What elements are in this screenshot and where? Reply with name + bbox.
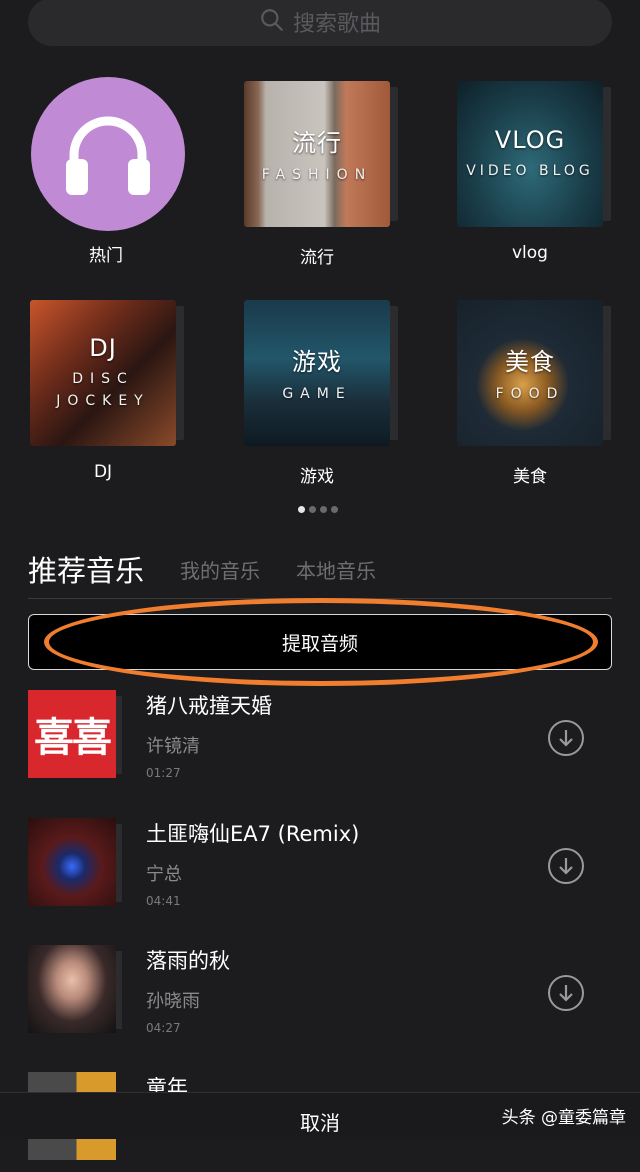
category-label: 热门 [89,246,123,266]
download-icon [559,730,573,747]
music-tabs: 推荐音乐 我的音乐 本地音乐 [28,540,612,599]
watermark: 头条 @童委篇章 [501,1108,626,1128]
song-title: 落雨的秋 [146,949,230,973]
song-cover [28,818,116,906]
song-item[interactable]: 土匪嗨仙EA7 (Remix) 宁总 04:41 [28,818,612,918]
category-hot[interactable]: 热门 [31,77,185,266]
song-title: 猪八戒撞天婚 [146,694,272,718]
tab-recommended[interactable]: 推荐音乐 [28,548,144,590]
dj-cover: DJ DISC JOCKEY [30,300,176,446]
category-label: 游戏 [300,467,334,487]
game-cover: 游戏 GAME [244,300,390,446]
song-cover: 喜喜 [28,690,116,778]
food-cover: 美食 FOOD [457,300,603,446]
category-dj[interactable]: DJ DISC JOCKEY DJ [28,300,184,482]
song-title: 土匪嗨仙EA7 (Remix) [146,822,360,846]
category-label: 流行 [300,248,334,268]
song-item[interactable]: 落雨的秋 孙晓雨 04:27 [28,945,612,1045]
page-indicator [298,506,338,513]
search-icon [259,7,285,37]
song-artist: 孙晓雨 [146,991,200,1012]
download-button[interactable] [548,975,584,1011]
category-label: vlog [512,243,548,263]
page-dot [309,506,316,513]
song-duration: 04:27 [146,1021,181,1035]
tab-my-music[interactable]: 我的音乐 [180,555,260,584]
song-artist: 宁总 [146,864,182,885]
song-item[interactable]: 喜喜 猪八戒撞天婚 许镜清 01:27 [28,690,612,790]
page-dot [331,506,338,513]
download-icon [559,985,573,1002]
download-button[interactable] [548,848,584,884]
category-vlog[interactable]: VLOG VIDEO BLOG vlog [455,81,611,263]
page-dot [320,506,327,513]
song-cover [28,945,116,1033]
tab-local-music[interactable]: 本地音乐 [296,555,376,584]
category-food[interactable]: 美食 FOOD 美食 [455,300,611,487]
search-bar[interactable]: 搜索歌曲 [28,0,612,46]
category-pop[interactable]: 流行 FASHION 流行 [242,81,398,268]
headphones-icon [66,116,150,195]
category-game[interactable]: 游戏 GAME 游戏 [242,300,398,487]
song-duration: 01:27 [146,766,181,780]
vlog-cover: VLOG VIDEO BLOG [457,81,603,227]
extract-audio-button[interactable]: 提取音频 [28,614,612,670]
page-dot-active [298,506,305,513]
pop-cover: 流行 FASHION [244,81,390,227]
song-artist: 许镜清 [146,736,200,757]
category-label: DJ [93,462,113,482]
category-label: 美食 [513,467,547,487]
hot-cover [31,77,185,231]
download-button[interactable] [548,720,584,756]
song-duration: 04:41 [146,894,181,908]
download-icon [559,858,573,875]
search-input[interactable]: 搜索歌曲 [293,6,381,38]
bottom-bar: 取消 头条 @童委篇章 [0,1092,640,1139]
